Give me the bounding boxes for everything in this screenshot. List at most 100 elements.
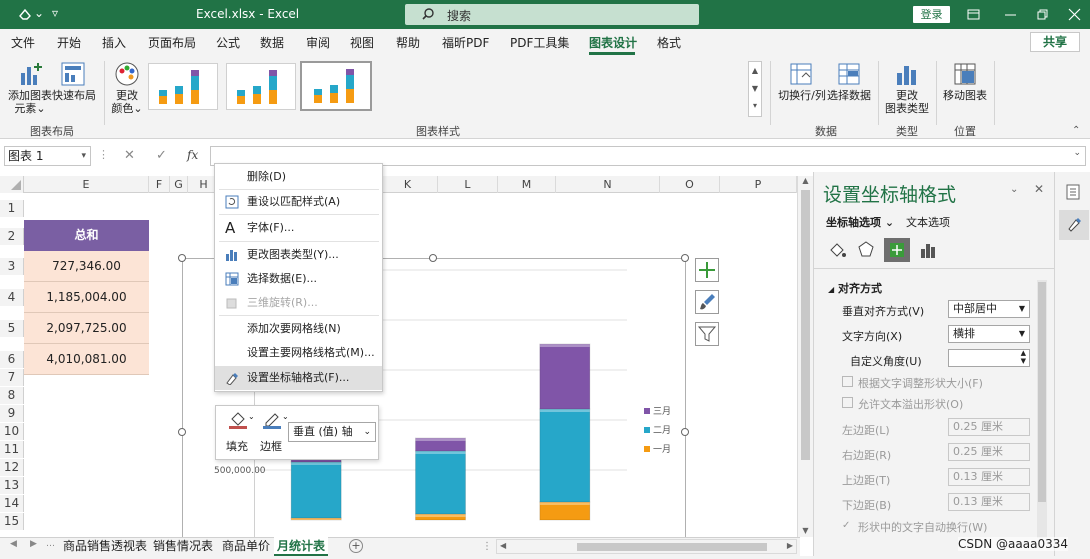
column-header[interactable]: G (170, 176, 188, 193)
row-header[interactable]: 1 (0, 200, 24, 217)
gallery-scroll[interactable]: ▲ ▼ ▾ (748, 61, 762, 117)
chart-style-thumb-3-selected[interactable] (300, 61, 372, 111)
sheet-tab[interactable]: 销售情况表 (150, 537, 216, 556)
row-header[interactable]: 14 (0, 495, 24, 512)
minimize-icon[interactable] (1004, 8, 1017, 21)
move-chart-button[interactable]: 移动图表 (942, 89, 988, 102)
sheet-tab[interactable]: 商品单价 (219, 537, 273, 556)
bar-segment[interactable] (290, 461, 342, 519)
resize-handle[interactable] (178, 428, 186, 436)
autosave-icon[interactable] (18, 7, 32, 21)
scroll-up-icon[interactable]: ▲ (798, 176, 813, 185)
row-header[interactable]: 3 (0, 258, 24, 275)
quick-layout-button[interactable]: 快速布局 (52, 89, 96, 102)
effects-icon[interactable] (856, 240, 876, 260)
resize-handle[interactable] (681, 428, 689, 436)
enter-icon[interactable]: ✓ (156, 148, 167, 163)
table-cell[interactable]: 1,185,004.00 (24, 282, 149, 313)
search-box[interactable]: 搜索 (405, 4, 699, 25)
chart-element-selector[interactable]: 垂直 (值) 轴 ⌄ (288, 422, 376, 442)
restore-icon[interactable] (1036, 8, 1049, 21)
column-header[interactable]: L (438, 176, 498, 193)
select-data-icon[interactable] (836, 61, 862, 87)
row-header[interactable]: 13 (0, 477, 24, 494)
row-header[interactable]: 4 (0, 289, 24, 306)
fill-button[interactable]: ⌄ 填充 (224, 410, 256, 454)
login-button[interactable]: 登录 (913, 6, 950, 23)
column-header[interactable]: O (660, 176, 720, 193)
horizontal-scrollbar[interactable]: ◀ ▶ (496, 539, 797, 554)
change-colors-button[interactable]: 更改 颜色⌄ (106, 89, 148, 115)
dropdown-icon[interactable]: ▼ (1019, 301, 1025, 317)
resize-handle[interactable] (681, 254, 689, 262)
top-margin-input[interactable]: 0.13 厘米 (948, 468, 1030, 486)
chart-elements-button[interactable] (695, 258, 719, 282)
menu-item[interactable]: 审阅 (306, 34, 330, 51)
menu-item[interactable]: 数据 (260, 34, 284, 51)
row-header[interactable]: 7 (0, 369, 24, 386)
bar-segment[interactable] (539, 343, 591, 410)
cancel-icon[interactable]: ✕ (124, 148, 135, 163)
row-header[interactable]: 10 (0, 423, 24, 440)
menu-item-format-axis[interactable]: 设置坐标轴格式(F)... (215, 366, 382, 390)
allow-overflow-checkbox[interactable] (842, 397, 853, 408)
collapse-ribbon-icon[interactable]: ⌃ (1072, 125, 1080, 136)
gallery-down-icon[interactable]: ▼ (749, 80, 761, 98)
name-box-dropdown-icon[interactable]: ▾ (81, 147, 86, 165)
hscroll-right-icon[interactable]: ▶ (787, 541, 793, 550)
add-chart-element-icon[interactable] (18, 61, 44, 87)
vertical-align-dropdown[interactable]: 中部居中 ▼ (948, 300, 1030, 318)
gallery-more-icon[interactable]: ▾ (749, 98, 761, 114)
column-header[interactable]: K (378, 176, 438, 193)
hscroll-left-icon[interactable]: ◀ (500, 541, 506, 550)
fill-line-icon[interactable] (828, 240, 848, 260)
wrap-text-checkbox[interactable]: ✓ (842, 520, 850, 531)
menu-item[interactable]: 图表设计 (589, 34, 637, 51)
dropdown-icon[interactable]: ▼ (1019, 326, 1025, 342)
pane-close-icon[interactable]: ✕ (1034, 182, 1044, 196)
menu-item[interactable]: PDF工具集 (510, 34, 569, 51)
menu-item[interactable]: 页面布局 (148, 34, 196, 51)
insert-function-icon[interactable]: fx (187, 148, 198, 162)
table-cell[interactable]: 4,010,081.00 (24, 344, 149, 375)
table-cell[interactable]: 2,097,725.00 (24, 313, 149, 344)
menu-item[interactable]: 帮助 (396, 34, 420, 51)
chart-style-thumb-1[interactable] (148, 63, 218, 110)
change-chart-type-icon[interactable] (894, 61, 920, 87)
column-header[interactable]: F (149, 176, 170, 193)
move-chart-icon[interactable] (952, 61, 978, 87)
column-header[interactable]: P (720, 176, 797, 193)
select-all-corner[interactable] (0, 176, 24, 193)
sheet-tab[interactable]: 商品销售透视表 (60, 537, 150, 556)
chart-styles-button[interactable] (695, 290, 719, 314)
size-properties-tab[interactable] (884, 238, 910, 262)
menu-item-add-minor-gridlines[interactable]: 添加次要网格线(N) (215, 317, 382, 341)
format-pane-toggle[interactable] (1059, 210, 1089, 240)
custom-angle-input[interactable]: ▲ ▼ (948, 349, 1030, 367)
switch-row-col-icon[interactable] (788, 61, 814, 87)
pane-options-icon[interactable]: ⌄ (1010, 184, 1018, 195)
row-header[interactable]: 6 (0, 351, 24, 368)
table-cell[interactable]: 727,346.00 (24, 251, 149, 282)
left-margin-input[interactable]: 0.25 厘米 (948, 418, 1030, 436)
axis-options-icon[interactable] (918, 240, 938, 260)
menu-item-reset-style[interactable]: 重设以匹配样式(A) (215, 190, 382, 214)
chart-filters-button[interactable] (695, 322, 719, 346)
row-header[interactable]: 2 (0, 228, 24, 245)
text-direction-dropdown[interactable]: 横排 ▼ (948, 325, 1030, 343)
tab-dots-icon[interactable]: … (46, 539, 55, 549)
row-header[interactable]: 12 (0, 459, 24, 476)
name-box[interactable]: 图表 1 ▾ (4, 146, 91, 166)
column-header[interactable]: N (556, 176, 660, 193)
menu-item-font[interactable]: A 字体(F)... (215, 216, 382, 240)
select-data-button[interactable]: 选择数据 (826, 89, 872, 102)
resize-shape-checkbox[interactable] (842, 376, 853, 387)
change-chart-type-button[interactable]: 更改 图表类型 (884, 89, 930, 115)
menu-item[interactable]: 文件 (11, 34, 35, 51)
resize-handle[interactable] (429, 254, 437, 262)
pane-scrollbar[interactable] (1037, 280, 1047, 538)
row-header[interactable]: 11 (0, 441, 24, 458)
add-sheet-icon[interactable]: + (349, 539, 363, 553)
section-alignment[interactable]: ◢ 对齐方式 (828, 280, 882, 296)
border-dropdown-icon[interactable]: ⌄ (282, 412, 289, 421)
